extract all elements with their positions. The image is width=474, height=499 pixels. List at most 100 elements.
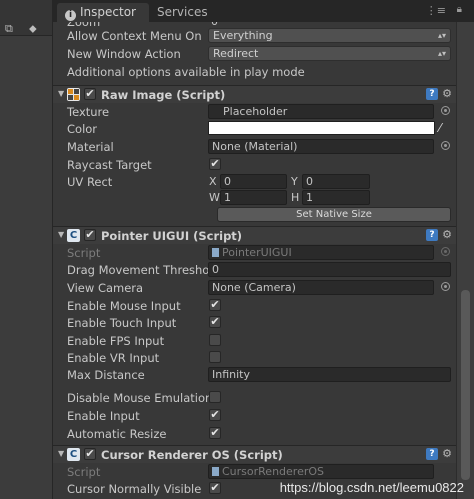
new-window-action-value: Redirect bbox=[213, 47, 259, 60]
cursor-renderer-header[interactable]: ▼ C ✔ Cursor Renderer OS (Script) ? ⚙ bbox=[53, 445, 456, 463]
texture-field[interactable]: Placeholder bbox=[208, 104, 434, 119]
info-icon: i bbox=[65, 10, 76, 21]
tab-inspector[interactable]: i Inspector bbox=[57, 3, 149, 22]
tag-icon[interactable]: ⬥ bbox=[29, 22, 37, 36]
automatic-resize-row: Automatic Resize ✔ bbox=[53, 425, 456, 443]
foldout-arrow-icon[interactable]: ▼ bbox=[58, 230, 64, 239]
uv-x-field[interactable]: 0 bbox=[220, 174, 287, 189]
object-picker-icon[interactable] bbox=[441, 106, 450, 115]
material-value: None (Material) bbox=[212, 140, 298, 153]
drag-threshold-row: Drag Movement Threshol 0 bbox=[53, 261, 456, 279]
script-file-icon bbox=[212, 467, 219, 476]
script-file-icon bbox=[212, 248, 219, 257]
new-window-action-row: New Window Action Redirect ▴▾ bbox=[53, 45, 456, 63]
pointer-uigui-title: Pointer UIGUI (Script) bbox=[101, 229, 243, 243]
object-picker-icon[interactable] bbox=[441, 282, 450, 291]
gear-icon[interactable]: ⚙ bbox=[442, 88, 452, 100]
tab-inspector-label: Inspector bbox=[80, 5, 136, 19]
cursor-script-row: Script CursorRendererOS bbox=[53, 463, 456, 481]
uv-h-label: H bbox=[291, 191, 300, 204]
drag-threshold-label: Drag Movement Threshol bbox=[67, 263, 213, 277]
tab-services-label: Services bbox=[157, 5, 208, 19]
texture-row: Texture Placeholder bbox=[53, 103, 456, 121]
enable-vr-input-checkbox[interactable] bbox=[209, 351, 221, 363]
material-field[interactable]: None (Material) bbox=[208, 139, 434, 154]
vertical-scrollbar[interactable] bbox=[456, 22, 474, 499]
view-camera-label: View Camera bbox=[67, 281, 144, 295]
view-camera-value: None (Camera) bbox=[212, 281, 296, 294]
max-distance-row: Max Distance Infinity bbox=[53, 366, 456, 384]
enable-mouse-input-checkbox[interactable]: ✔ bbox=[209, 299, 221, 311]
automatic-resize-checkbox[interactable]: ✔ bbox=[209, 427, 221, 439]
color-row: Color ⁄ bbox=[53, 120, 456, 138]
lock-icon[interactable]: 🔒︎ bbox=[457, 4, 462, 15]
drag-threshold-value: 0 bbox=[212, 263, 219, 276]
uv-x-value: 0 bbox=[224, 175, 231, 188]
script-field: CursorRendererOS bbox=[208, 464, 434, 479]
help-icon[interactable]: ? bbox=[426, 448, 438, 460]
uv-rect-label: UV Rect bbox=[67, 175, 113, 189]
uv-y-field[interactable]: 0 bbox=[302, 174, 370, 189]
new-window-action-dropdown[interactable]: Redirect ▴▾ bbox=[208, 46, 451, 61]
color-swatch[interactable] bbox=[208, 121, 435, 135]
cursor-renderer-title: Cursor Renderer OS (Script) bbox=[101, 448, 283, 462]
script-field: PointerUIGUI bbox=[208, 245, 434, 260]
enable-vr-input-row: Enable VR Input bbox=[53, 349, 456, 367]
automatic-resize-label: Automatic Resize bbox=[67, 427, 167, 441]
disable-mouse-emulation-label: Disable Mouse Emulation bbox=[67, 391, 213, 405]
enable-fps-input-label: Enable FPS Input bbox=[67, 334, 165, 348]
texture-value: Placeholder bbox=[223, 105, 288, 118]
foldout-arrow-icon[interactable]: ▼ bbox=[58, 89, 64, 98]
help-icon[interactable]: ? bbox=[426, 229, 438, 241]
object-picker-icon bbox=[441, 247, 450, 256]
drag-threshold-field[interactable]: 0 bbox=[208, 262, 451, 277]
hierarchy-strip: ⧉ ⬥ bbox=[0, 0, 53, 499]
raw-image-header[interactable]: ▼ ✔ Raw Image (Script) ? ⚙ bbox=[53, 85, 456, 103]
raw-image-enabled-checkbox[interactable]: ✔ bbox=[84, 88, 96, 100]
dropdown-arrows-icon: ▴▾ bbox=[437, 49, 446, 58]
uv-w-value: 1 bbox=[224, 191, 231, 204]
gear-icon[interactable]: ⚙ bbox=[442, 448, 452, 460]
tab-bar: i Inspector Services ⋮≡ 🔒︎ bbox=[53, 0, 474, 22]
uv-h-value: 1 bbox=[306, 191, 313, 204]
enable-vr-input-label: Enable VR Input bbox=[67, 351, 160, 365]
layers-icon[interactable]: ⧉ bbox=[5, 22, 13, 36]
cursor-normally-visible-label: Cursor Normally Visible bbox=[67, 482, 202, 496]
max-distance-field[interactable]: Infinity bbox=[208, 367, 451, 382]
raycast-target-checkbox[interactable]: ✔ bbox=[209, 158, 221, 170]
uv-h-field[interactable]: 1 bbox=[302, 190, 370, 205]
scrollbar-thumb[interactable] bbox=[461, 290, 470, 480]
pointer-script-row: Script PointerUIGUI bbox=[53, 244, 456, 262]
object-picker-icon[interactable] bbox=[441, 141, 450, 150]
uv-w-field[interactable]: 1 bbox=[220, 190, 287, 205]
tab-menu-icon[interactable]: ⋮≡ bbox=[426, 4, 446, 17]
max-distance-value: Infinity bbox=[212, 368, 250, 381]
uv-y-value: 0 bbox=[306, 175, 313, 188]
foldout-arrow-icon[interactable]: ▼ bbox=[58, 449, 64, 458]
enable-fps-input-row: Enable FPS Input bbox=[53, 332, 456, 350]
tab-services[interactable]: Services bbox=[149, 3, 216, 22]
enable-mouse-input-label: Enable Mouse Input bbox=[67, 299, 181, 313]
view-camera-field[interactable]: None (Camera) bbox=[208, 280, 434, 295]
cursor-renderer-enabled-checkbox[interactable]: ✔ bbox=[84, 448, 96, 460]
script-value: PointerUIGUI bbox=[222, 246, 292, 259]
gear-icon[interactable]: ⚙ bbox=[442, 229, 452, 241]
cursor-normally-visible-checkbox[interactable]: ✔ bbox=[209, 482, 221, 494]
enable-input-checkbox[interactable]: ✔ bbox=[209, 409, 221, 421]
help-icon[interactable]: ? bbox=[426, 88, 438, 100]
watermark-text: https://blog.csdn.net/leemu0822 bbox=[279, 480, 464, 495]
raycast-target-row: Raycast Target ✔ bbox=[53, 156, 456, 174]
allow-context-menu-dropdown[interactable]: Everything ▴▾ bbox=[208, 28, 451, 43]
pointer-uigui-enabled-checkbox[interactable]: ✔ bbox=[84, 229, 96, 241]
additional-options-row: Additional options available in play mod… bbox=[53, 63, 456, 81]
allow-context-menu-value: Everything bbox=[213, 29, 273, 42]
pointer-uigui-header[interactable]: ▼ C ✔ Pointer UIGUI (Script) ? ⚙ bbox=[53, 226, 456, 244]
script-icon: C bbox=[67, 448, 80, 461]
hierarchy-toolbar: ⧉ ⬥ bbox=[0, 0, 52, 36]
set-native-size-button[interactable]: Set Native Size bbox=[217, 207, 451, 222]
disable-mouse-emulation-checkbox[interactable] bbox=[209, 391, 221, 403]
enable-touch-input-checkbox[interactable]: ✔ bbox=[209, 316, 221, 328]
raycast-target-label: Raycast Target bbox=[67, 158, 152, 172]
enable-fps-input-checkbox[interactable] bbox=[209, 334, 221, 346]
eyedropper-icon[interactable]: ⁄ bbox=[439, 121, 441, 135]
